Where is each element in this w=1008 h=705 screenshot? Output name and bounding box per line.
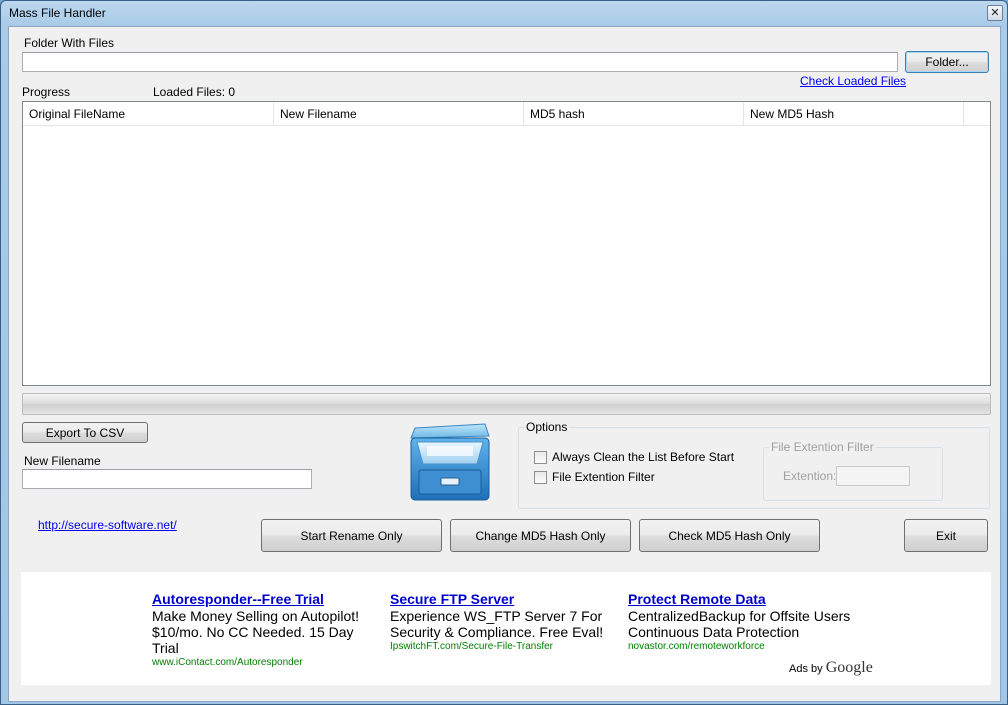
ad-url[interactable]: www.iContact.com/Autoresponder xyxy=(152,657,378,668)
new-filename-label: New Filename xyxy=(24,454,101,468)
new-filename-input[interactable] xyxy=(22,469,312,489)
client-area: Folder With Files Folder... Check Loaded… xyxy=(8,26,1001,702)
ad-item[interactable]: Autoresponder--Free Trial Make Money Sel… xyxy=(152,591,378,668)
progress-bar xyxy=(22,393,991,415)
close-icon[interactable]: ✕ xyxy=(987,5,1003,21)
file-extention-filter-checkbox[interactable] xyxy=(534,471,547,484)
ad-url[interactable]: IpswitchFT.com/Secure-File-Transfer xyxy=(390,641,616,652)
ad-item[interactable]: Protect Remote Data CentralizedBackup fo… xyxy=(628,591,868,652)
options-caption: Options xyxy=(524,420,570,434)
extention-input[interactable] xyxy=(836,466,910,486)
ad-url[interactable]: novastor.com/remoteworkforce xyxy=(628,641,868,652)
export-csv-button[interactable]: Export To CSV xyxy=(22,422,148,443)
ad-body: Experience WS_FTP Server 7 For Security … xyxy=(390,608,604,640)
folder-button[interactable]: Folder... xyxy=(905,51,989,73)
ad-title[interactable]: Protect Remote Data xyxy=(628,591,868,607)
ad-body: CentralizedBackup for Offsite Users Cont… xyxy=(628,608,851,640)
exit-button[interactable]: Exit xyxy=(904,519,988,552)
column-original-filename[interactable]: Original FileName xyxy=(23,102,274,126)
progress-label: Progress xyxy=(22,85,71,99)
table-header: Original FileName New Filename MD5 hash … xyxy=(23,102,990,126)
filter-group-caption: File Extention Filter xyxy=(769,440,876,454)
title-bar[interactable]: Mass File Handler ✕ xyxy=(1,1,1007,26)
change-md5-button[interactable]: Change MD5 Hash Only xyxy=(450,519,631,552)
app-window: Mass File Handler ✕ Folder With Files Fo… xyxy=(0,0,1008,705)
ad-title[interactable]: Autoresponder--Free Trial xyxy=(152,591,378,607)
folder-path-input[interactable] xyxy=(22,52,898,72)
always-clean-checkbox[interactable] xyxy=(534,451,547,464)
start-rename-button[interactable]: Start Rename Only xyxy=(261,519,442,552)
ad-body: Make Money Selling on Autopilot! $10/mo.… xyxy=(152,608,360,656)
loaded-files-count: Loaded Files: 0 xyxy=(153,85,236,99)
always-clean-label[interactable]: Always Clean the List Before Start xyxy=(552,450,734,464)
ads-by-google[interactable]: Ads by Google xyxy=(789,659,873,677)
folder-label: Folder With Files xyxy=(24,36,115,50)
ad-title[interactable]: Secure FTP Server xyxy=(390,591,616,607)
ads-by-text: Ads by xyxy=(789,663,823,675)
extention-label: Extention: xyxy=(783,469,837,483)
column-new-filename[interactable]: New Filename xyxy=(274,102,524,126)
file-cabinet-icon xyxy=(410,423,490,501)
column-md5-hash[interactable]: MD5 hash xyxy=(524,102,744,126)
window-title: Mass File Handler xyxy=(9,6,106,20)
website-link[interactable]: http://secure-software.net/ xyxy=(38,518,177,532)
check-md5-button[interactable]: Check MD5 Hash Only xyxy=(639,519,820,552)
ad-banner: Autoresponder--Free Trial Make Money Sel… xyxy=(21,572,991,685)
check-loaded-files-link[interactable]: Check Loaded Files xyxy=(800,74,906,88)
google-logo: Google xyxy=(825,659,873,676)
files-table[interactable]: Original FileName New Filename MD5 hash … xyxy=(22,101,991,386)
ad-item[interactable]: Secure FTP Server Experience WS_FTP Serv… xyxy=(390,591,616,652)
file-extention-filter-label[interactable]: File Extention Filter xyxy=(552,470,655,484)
column-new-md5-hash[interactable]: New MD5 Hash xyxy=(744,102,964,126)
